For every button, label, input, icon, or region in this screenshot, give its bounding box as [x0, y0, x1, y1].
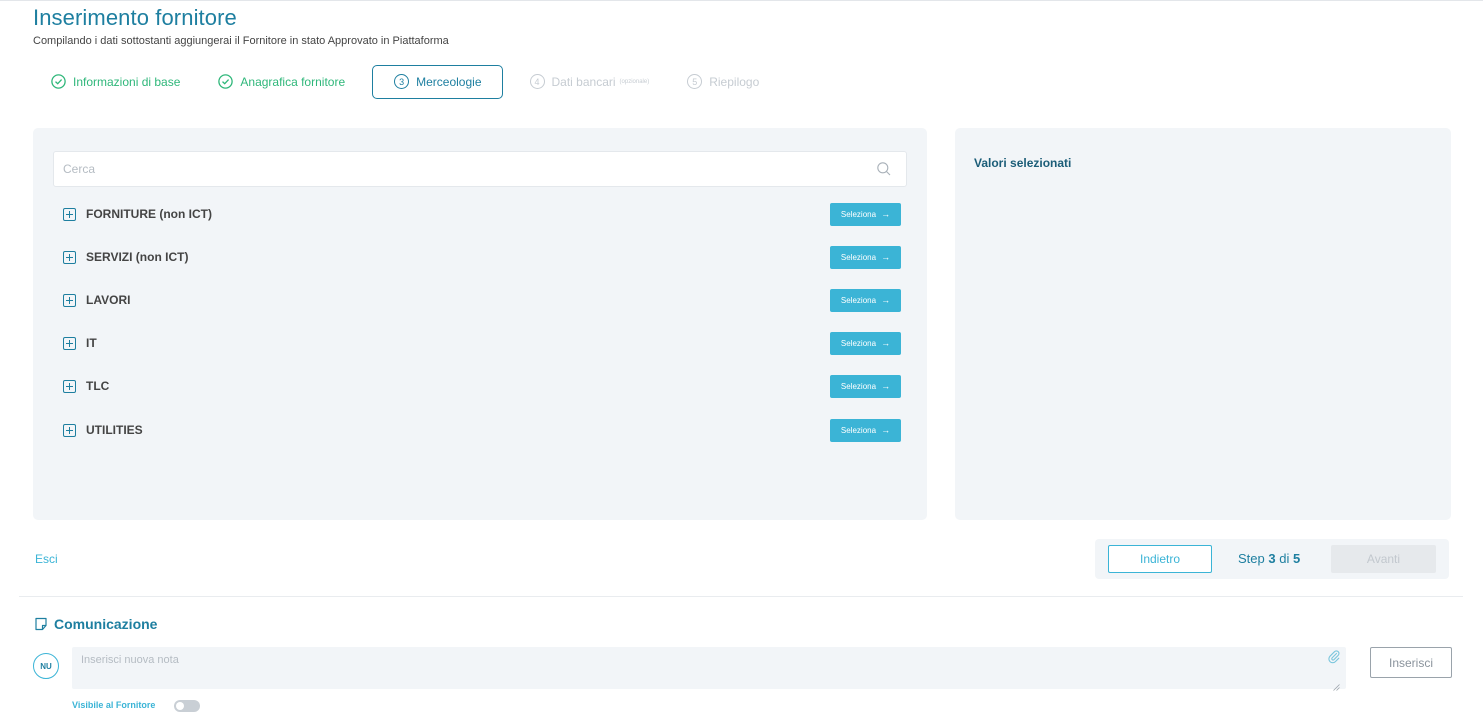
step-number: 4 [529, 74, 545, 89]
selected-values-panel: Valori selezionati [955, 128, 1451, 520]
category-row: UTILITIES Seleziona → [53, 418, 907, 442]
expand-plus-icon[interactable] [63, 336, 76, 350]
next-button[interactable]: Avanti [1331, 545, 1436, 573]
selected-values-title: Valori selezionati [974, 156, 1072, 170]
check-circle-icon [218, 74, 234, 89]
step-label: Dati bancari [551, 74, 616, 89]
category-label: UTILITIES [86, 423, 143, 437]
arrow-right-icon: → [881, 425, 891, 435]
select-button-label: Seleziona [840, 381, 877, 391]
arrow-right-icon: → [881, 295, 891, 305]
step-number: 5 [687, 74, 703, 89]
select-category-button[interactable]: Seleziona → [830, 331, 901, 355]
select-button-label: Seleziona [840, 252, 877, 262]
paperclip-icon[interactable] [1328, 650, 1340, 664]
step-merceologie[interactable]: 3 Merceologie [372, 64, 503, 99]
category-row: FORNITURE (non ICT) Seleziona → [53, 202, 907, 226]
exit-link[interactable]: Esci [35, 552, 58, 566]
select-button-label: Seleziona [840, 425, 877, 435]
visible-to-supplier-toggle[interactable] [174, 700, 200, 712]
select-button-label: Seleziona [840, 338, 877, 348]
communication-title: Comunicazione [54, 616, 158, 632]
expand-plus-icon[interactable] [63, 423, 76, 437]
step-dati-bancari[interactable]: 4 Dati bancari (opzionale) [519, 64, 661, 99]
arrow-right-icon: → [881, 338, 891, 348]
category-row: LAVORI Seleziona → [53, 288, 907, 312]
arrow-right-icon: → [881, 381, 891, 391]
step-navigation: Indietro Step 3 di 5 Avanti [1095, 539, 1449, 579]
note-placeholder: Inserisci nuova nota [81, 654, 179, 666]
search-box [53, 151, 907, 187]
stepper: Informazioni di base Anagrafica fornitor… [40, 64, 786, 99]
step-label: Riepilogo [709, 74, 760, 89]
select-button-label: Seleziona [840, 209, 877, 219]
back-button[interactable]: Indietro [1108, 545, 1212, 573]
step-number: 3 [394, 74, 410, 89]
section-divider [19, 596, 1463, 597]
select-category-button[interactable]: Seleziona → [830, 202, 901, 226]
category-label: FORNITURE (non ICT) [86, 207, 212, 221]
select-button-label: Seleziona [840, 295, 877, 305]
expand-plus-icon[interactable] [63, 293, 76, 307]
category-label: TLC [86, 379, 110, 393]
step-word: Step [1238, 551, 1265, 566]
communication-header: Comunicazione [34, 616, 157, 632]
category-label: SERVIZI (non ICT) [86, 250, 189, 264]
avatar: NU [33, 653, 59, 679]
expand-plus-icon[interactable] [63, 207, 76, 221]
arrow-right-icon: → [881, 252, 891, 262]
step-optional-note: (opzionale) [619, 78, 650, 85]
step-informazioni-di-base[interactable]: Informazioni di base [40, 64, 191, 99]
category-row: TLC Seleziona → [53, 374, 907, 398]
page-subtitle: Compilando i dati sottostanti aggiungera… [33, 35, 449, 47]
search-input[interactable] [54, 152, 854, 186]
search-icon[interactable] [876, 161, 892, 177]
insert-note-button[interactable]: Inserisci [1370, 647, 1452, 678]
select-category-button[interactable]: Seleziona → [830, 288, 901, 312]
visible-to-supplier-label: Visibile al Fornitore [72, 700, 156, 710]
step-label: Informazioni di base [73, 74, 181, 89]
step-anagrafica-fornitore[interactable]: Anagrafica fornitore [207, 64, 356, 99]
select-category-button[interactable]: Seleziona → [830, 245, 901, 269]
check-circle-icon [51, 74, 66, 89]
page-title: Inserimento fornitore [33, 5, 237, 30]
select-category-button[interactable]: Seleziona → [830, 418, 901, 442]
total-steps: 5 [1292, 551, 1301, 566]
expand-plus-icon[interactable] [63, 379, 76, 393]
step-riepilogo[interactable]: 5 Riepilogo [676, 64, 770, 99]
step-counter: Step 3 di 5 [1238, 551, 1300, 566]
step-label: Merceologie [416, 74, 482, 89]
select-category-button[interactable]: Seleziona → [830, 374, 901, 398]
of-word: di [1279, 551, 1290, 566]
category-label: IT [86, 336, 97, 350]
top-border [0, 0, 1483, 1]
current-step: 3 [1268, 551, 1276, 566]
category-row: IT Seleziona → [53, 331, 907, 355]
note-textarea[interactable]: Inserisci nuova nota [72, 647, 1346, 691]
step-label: Anagrafica fornitore [240, 74, 346, 89]
categories-panel: FORNITURE (non ICT) Seleziona → SERVIZI (… [33, 128, 927, 520]
arrow-right-icon: → [881, 209, 891, 219]
note-icon [34, 617, 48, 631]
category-label: LAVORI [86, 293, 131, 307]
category-row: SERVIZI (non ICT) Seleziona → [53, 245, 907, 269]
resize-handle-icon[interactable] [1333, 678, 1340, 691]
expand-plus-icon[interactable] [63, 250, 76, 264]
